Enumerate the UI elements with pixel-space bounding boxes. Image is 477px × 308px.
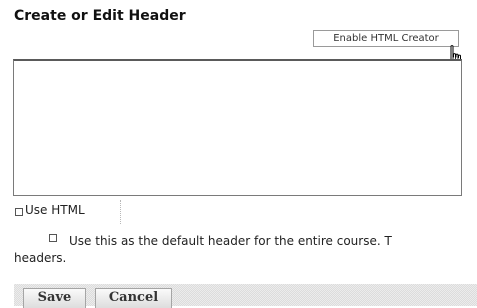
use-html-checkbox[interactable] — [15, 208, 23, 216]
enable-html-creator-button[interactable]: Enable HTML Creator — [313, 30, 459, 47]
cancel-button[interactable]: Cancel — [95, 288, 172, 308]
divider — [120, 200, 121, 224]
default-header-label-line1: Use this as the default header for the e… — [69, 234, 392, 248]
use-html-label: Use HTML — [25, 203, 85, 217]
page-title: Create or Edit Header — [14, 8, 186, 24]
button-bar: Save Cancel — [14, 284, 477, 308]
default-header-label: Use this as the default header for the e… — [14, 233, 477, 267]
default-header-label-line2: headers. — [14, 251, 67, 265]
save-button[interactable]: Save — [23, 288, 86, 308]
header-editor-textarea[interactable] — [13, 59, 462, 196]
